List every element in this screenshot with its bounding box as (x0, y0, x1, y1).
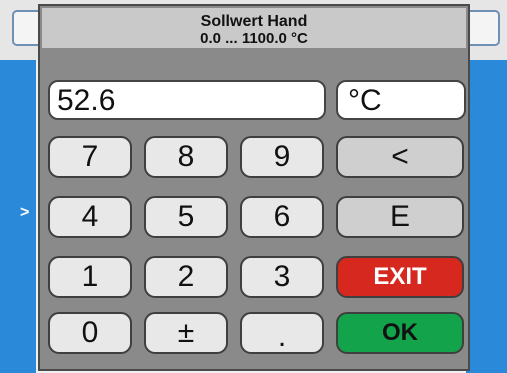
decimal-point-button[interactable]: . (240, 312, 324, 354)
background-panel-left (0, 60, 36, 373)
background-arrow: > (20, 204, 30, 221)
key-1[interactable]: 1 (48, 256, 132, 298)
unit-display: °C (336, 80, 466, 120)
backspace-button[interactable]: < (336, 136, 464, 178)
key-2[interactable]: 2 (144, 256, 228, 298)
key-9[interactable]: 9 (240, 136, 324, 178)
background-panel-right (466, 60, 507, 373)
value-display-text: 52.6 (57, 84, 116, 117)
key-8[interactable]: 8 (144, 136, 228, 178)
numeric-keypad-dialog: Sollwert Hand 0.0 ... 1100.0 °C 52.6 °C … (38, 4, 470, 371)
enter-button[interactable]: E (336, 196, 464, 238)
exit-button[interactable]: EXIT (336, 256, 464, 298)
key-4[interactable]: 4 (48, 196, 132, 238)
sign-toggle-button[interactable]: ± (144, 312, 228, 354)
key-0[interactable]: 0 (48, 312, 132, 354)
dialog-title: Sollwert Hand (200, 13, 308, 30)
key-5[interactable]: 5 (144, 196, 228, 238)
key-3[interactable]: 3 (240, 256, 324, 298)
unit-display-text: °C (348, 84, 382, 117)
ok-button[interactable]: OK (336, 312, 464, 354)
key-6[interactable]: 6 (240, 196, 324, 238)
value-range: 0.0 ... 1100.0 °C (200, 30, 308, 47)
value-display[interactable]: 52.6 (48, 80, 326, 120)
dialog-header: Sollwert Hand 0.0 ... 1100.0 °C (42, 8, 466, 48)
key-7[interactable]: 7 (48, 136, 132, 178)
